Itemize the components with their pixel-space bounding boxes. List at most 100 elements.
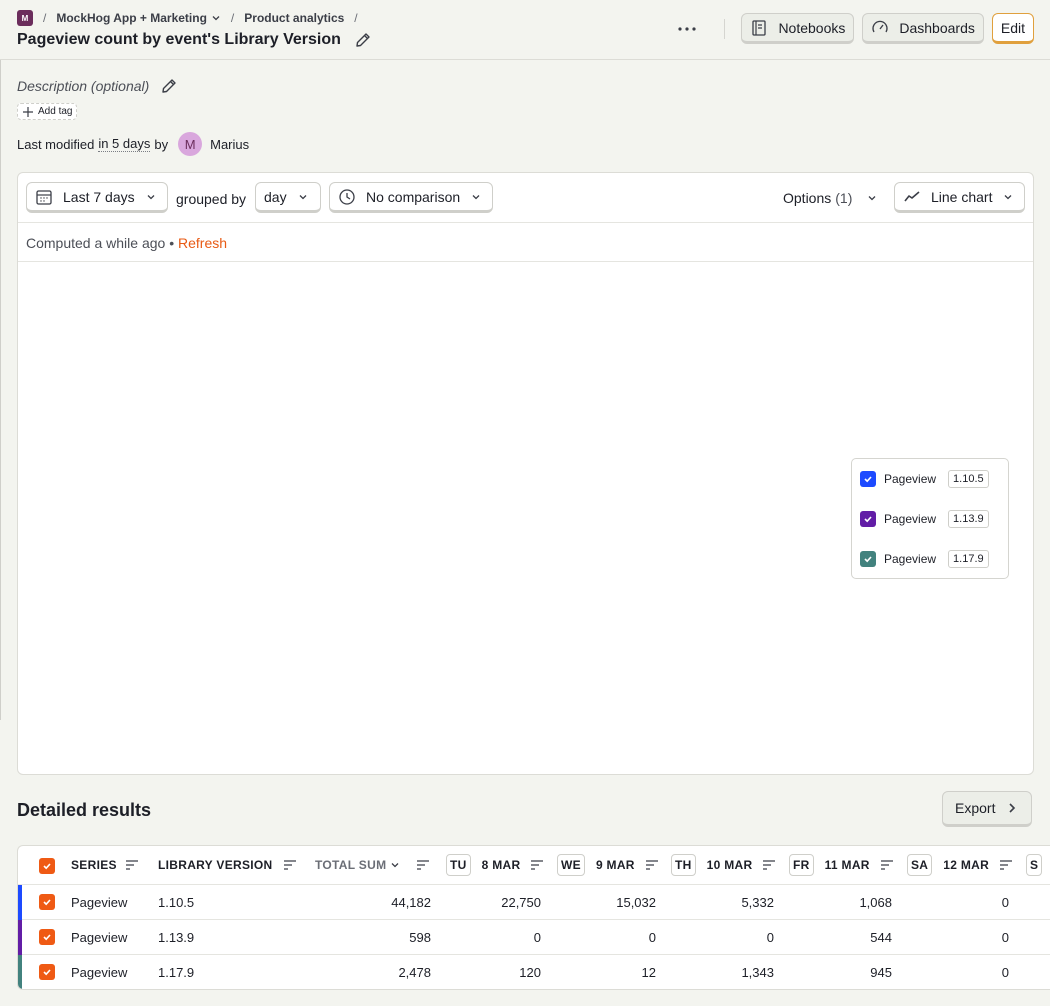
column-day[interactable]: TU 8 MAR bbox=[446, 854, 544, 876]
cell-value: 544 bbox=[870, 930, 892, 945]
cell-value: 0 bbox=[1001, 895, 1009, 910]
sort-icon[interactable] bbox=[416, 859, 430, 871]
top-actions: Notebooks Dashboards Edit bbox=[672, 13, 1034, 44]
column-day[interactable]: FR 11 MAR bbox=[789, 854, 894, 876]
sort-icon[interactable] bbox=[999, 859, 1013, 871]
last-modified: Last modified in 5 days by M Marius bbox=[17, 132, 249, 156]
notebook-icon bbox=[752, 19, 767, 36]
breadcrumb-separator: / bbox=[230, 11, 235, 25]
project-avatar[interactable]: M bbox=[17, 10, 33, 26]
export-label: Export bbox=[955, 800, 996, 816]
cell-series[interactable]: Pageview bbox=[71, 930, 127, 945]
gauge-icon bbox=[872, 20, 889, 32]
author-name: Marius bbox=[210, 136, 250, 152]
row-checkbox[interactable] bbox=[39, 929, 55, 945]
legend-item[interactable]: Pageview 1.10.5 bbox=[860, 470, 989, 488]
select-all-checkbox[interactable] bbox=[39, 858, 55, 874]
column-day[interactable]: SA 12 MAR bbox=[907, 854, 1013, 876]
legend-version: 1.17.9 bbox=[948, 550, 989, 568]
sort-icon[interactable] bbox=[762, 859, 776, 871]
breadcrumb-project-label: MockHog App + Marketing bbox=[56, 11, 207, 25]
avatar: M bbox=[178, 132, 203, 156]
breadcrumb-section[interactable]: Product analytics bbox=[244, 11, 344, 25]
column-day[interactable]: TH 10 MAR bbox=[671, 854, 776, 876]
calendar-icon bbox=[36, 189, 52, 205]
row-checkbox[interactable] bbox=[39, 894, 55, 910]
cell-value: 5,332 bbox=[741, 895, 774, 910]
cell-version: 1.17.9 bbox=[158, 965, 195, 980]
legend-event: Pageview bbox=[884, 512, 937, 526]
check-icon bbox=[864, 516, 872, 523]
chevron-down-icon bbox=[147, 194, 155, 199]
day-abbr: FR bbox=[789, 854, 814, 876]
pencil-icon[interactable] bbox=[353, 30, 373, 50]
day-abbr: TU bbox=[446, 854, 471, 876]
more-icon bbox=[678, 26, 697, 31]
series-color-stripe bbox=[18, 885, 22, 920]
cell-value: 22,750 bbox=[501, 895, 541, 910]
cell-version: 1.13.9 bbox=[158, 930, 195, 945]
cell-value: 0 bbox=[1001, 930, 1009, 945]
check-icon bbox=[43, 863, 51, 870]
cell-version: 1.10.5 bbox=[158, 895, 195, 910]
chevron-down-icon bbox=[391, 863, 399, 868]
legend-item[interactable]: Pageview 1.17.9 bbox=[860, 550, 989, 568]
column-day[interactable]: WE 9 MAR bbox=[557, 854, 659, 876]
legend-event: Pageview bbox=[884, 552, 937, 566]
legend-item[interactable]: Pageview 1.13.9 bbox=[860, 510, 989, 528]
dashboards-button[interactable]: Dashboards bbox=[862, 13, 984, 44]
modified-by: by bbox=[154, 136, 169, 152]
cell-series[interactable]: Pageview bbox=[71, 895, 127, 910]
cell-total: 44,182 bbox=[391, 895, 431, 910]
check-icon bbox=[43, 969, 51, 976]
sort-icon[interactable] bbox=[880, 859, 894, 871]
notebooks-label: Notebooks bbox=[778, 19, 846, 36]
column-series[interactable]: SERIES bbox=[71, 858, 139, 872]
chart-type-select[interactable]: Line chart bbox=[894, 182, 1025, 213]
sort-icon[interactable] bbox=[283, 859, 297, 871]
legend-checkbox[interactable] bbox=[860, 511, 876, 527]
column-total-sum[interactable]: TOTAL SUM bbox=[315, 858, 430, 872]
day-abbr: TH bbox=[671, 854, 696, 876]
date-range-button[interactable]: Last 7 days bbox=[26, 182, 168, 213]
cell-value: 12 bbox=[641, 965, 656, 980]
cell-value: 15,032 bbox=[616, 895, 656, 910]
table-row: Pageview 1.10.5 44,182 22,750 15,032 5,3… bbox=[18, 885, 1050, 920]
cell-value: 0 bbox=[1001, 965, 1009, 980]
column-day[interactable]: S bbox=[1026, 854, 1045, 876]
cell-value: 0 bbox=[533, 930, 541, 945]
refresh-link[interactable]: Refresh bbox=[178, 235, 227, 251]
sort-icon[interactable] bbox=[125, 859, 139, 871]
description-field[interactable]: Description (optional) bbox=[17, 76, 179, 96]
top-bar: M / MockHog App + Marketing / Product an… bbox=[0, 0, 1050, 60]
chevron-down-icon bbox=[1005, 194, 1012, 199]
export-button[interactable]: Export bbox=[942, 791, 1033, 827]
status-bullet: • bbox=[169, 235, 175, 251]
notebooks-button[interactable]: Notebooks bbox=[741, 13, 855, 44]
chart-legend: Pageview 1.10.5 Pageview 1.13.9 Pageview… bbox=[851, 458, 1009, 579]
add-tag-button[interactable]: Add tag bbox=[17, 103, 78, 120]
cell-value: 945 bbox=[870, 965, 892, 980]
column-library-version[interactable]: LIBRARY VERSION bbox=[158, 858, 297, 872]
edit-button[interactable]: Edit bbox=[991, 13, 1034, 44]
grouped-by-label: grouped by bbox=[176, 191, 247, 207]
options-button[interactable]: Options (1) bbox=[783, 190, 878, 206]
more-options-button[interactable] bbox=[672, 14, 702, 44]
column-total-sum-label: TOTAL SUM bbox=[315, 858, 387, 872]
modified-time: in 5 days bbox=[98, 136, 151, 152]
row-checkbox[interactable] bbox=[39, 964, 55, 980]
day-date: 12 MAR bbox=[943, 858, 990, 872]
sort-icon[interactable] bbox=[530, 859, 544, 871]
comparison-select[interactable]: No comparison bbox=[329, 182, 493, 213]
add-tag-label: Add tag bbox=[38, 106, 73, 117]
pencil-icon[interactable] bbox=[159, 76, 179, 96]
sort-icon[interactable] bbox=[645, 859, 659, 871]
chevron-down-icon bbox=[868, 196, 876, 201]
breadcrumb-project[interactable]: MockHog App + Marketing bbox=[56, 11, 221, 25]
chevron-down-icon bbox=[472, 194, 480, 199]
page-title-text[interactable]: Pageview count by event's Library Versio… bbox=[17, 31, 341, 49]
legend-checkbox[interactable] bbox=[860, 551, 876, 567]
legend-checkbox[interactable] bbox=[860, 471, 876, 487]
cell-series[interactable]: Pageview bbox=[71, 965, 127, 980]
interval-select[interactable]: day bbox=[255, 182, 321, 213]
